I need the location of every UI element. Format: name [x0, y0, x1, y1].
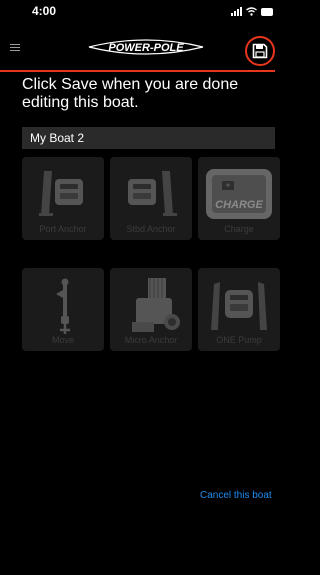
- tile-stbd-anchor[interactable]: Stbd Anchor: [110, 157, 192, 240]
- status-time: 4:00: [32, 4, 57, 18]
- instruction-text: Click Save when you are done editing thi…: [22, 76, 239, 111]
- tile-charge[interactable]: CHARGE Charge: [198, 157, 280, 240]
- tile-label: Port Anchor: [39, 224, 87, 234]
- tile-label: ONE Pump: [216, 335, 262, 345]
- hamburger-menu-icon[interactable]: [10, 44, 20, 51]
- floppy-disk-icon: [252, 43, 268, 59]
- power-pole-logo: POWER-POLE: [88, 39, 204, 55]
- status-icons: [231, 6, 273, 16]
- tile-micro-anchor[interactable]: Micro Anchor: [110, 268, 192, 351]
- status-bar: 4:00: [0, 0, 275, 22]
- signal-icon: [231, 7, 242, 16]
- header-divider: [0, 70, 275, 72]
- tile-label: Micro Anchor: [124, 335, 178, 345]
- tile-label: Stbd Anchor: [126, 224, 176, 234]
- logo-text: POWER-POLE: [108, 42, 184, 54]
- save-button[interactable]: [245, 36, 275, 66]
- boat-name-input[interactable]: [22, 127, 275, 149]
- tile-label: Charge: [224, 224, 254, 234]
- wifi-icon: [246, 7, 257, 16]
- tile-port-anchor[interactable]: Port Anchor: [22, 157, 104, 240]
- tile-move[interactable]: Move: [22, 268, 104, 351]
- tile-one-pump[interactable]: ONE Pump: [198, 268, 280, 351]
- tile-label: Move: [51, 335, 74, 345]
- battery-icon: [261, 8, 273, 16]
- cancel-boat-link[interactable]: Cancel this boat: [200, 490, 272, 501]
- charge-badge-text: CHARGE: [215, 199, 263, 211]
- app-header: POWER-POLE: [0, 22, 275, 72]
